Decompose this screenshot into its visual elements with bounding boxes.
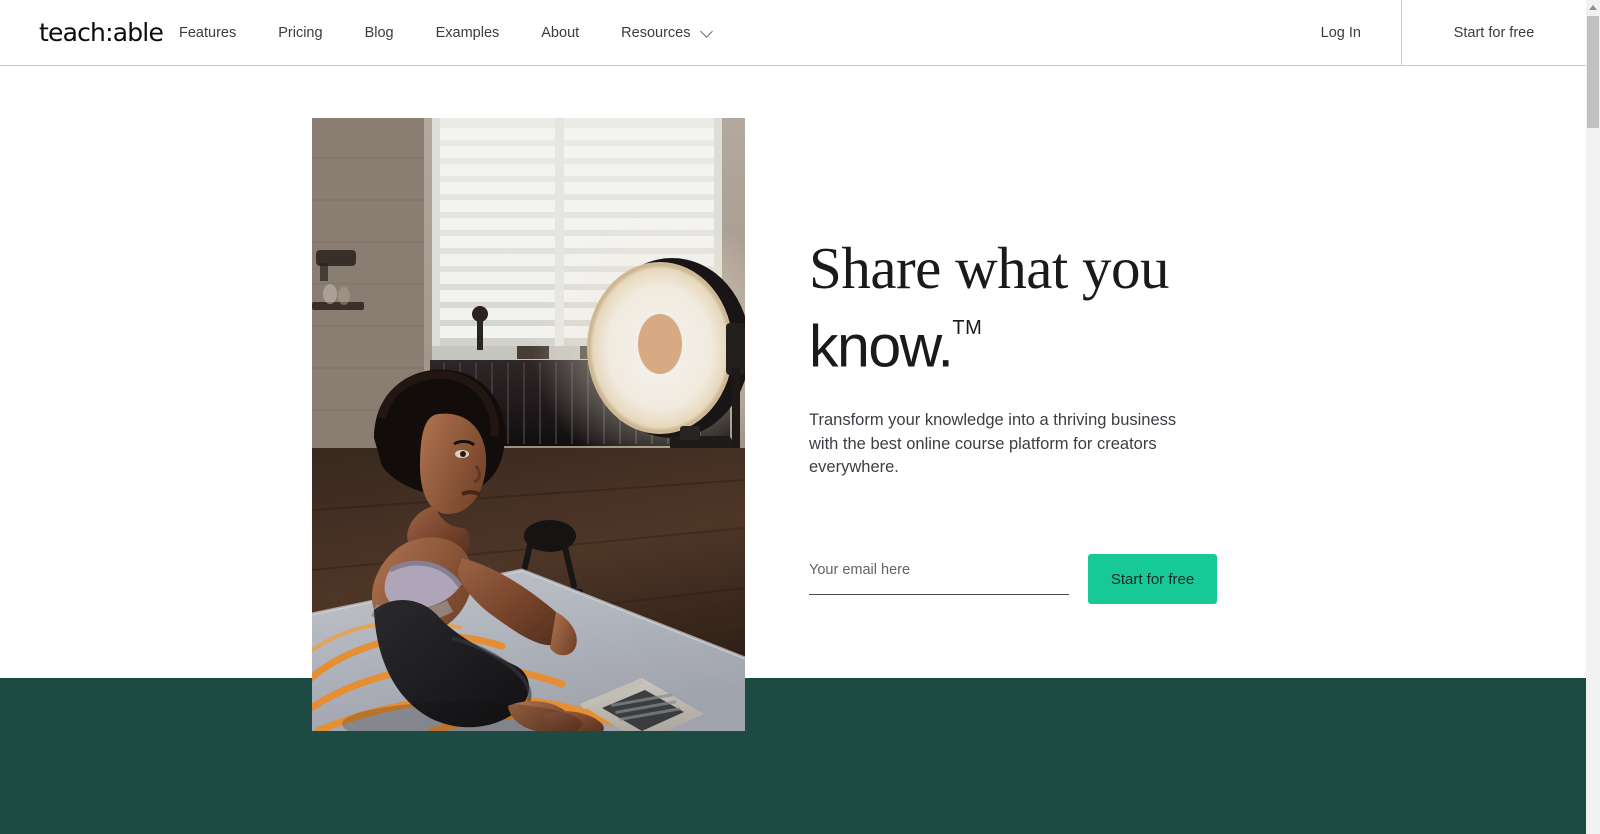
hero-subcopy: Transform your knowledge into a thriving… xyxy=(809,411,1177,476)
nav-item-resources[interactable]: Resources xyxy=(621,0,714,65)
scrollbar-thumb[interactable] xyxy=(1587,16,1599,128)
nav-item-features[interactable]: Features xyxy=(179,0,236,65)
hero-image xyxy=(312,118,745,731)
headline-serif-text: Share what you xyxy=(809,235,1170,301)
vertical-scrollbar[interactable] xyxy=(1586,0,1600,834)
nav-link-label: Examples xyxy=(435,24,500,41)
main-navigation: teach:able Features Pricing Blog Example… xyxy=(0,0,1586,66)
nav-link-label: Resources xyxy=(621,24,691,41)
trademark-symbol: TM xyxy=(952,317,983,339)
nav-right-group: Log In Start for free xyxy=(1281,0,1586,65)
teal-section-band xyxy=(0,678,1586,834)
scroll-up-arrow-icon[interactable] xyxy=(1589,5,1597,10)
start-for-free-button[interactable]: Start for free xyxy=(1088,554,1217,604)
hero-copy: Share what you know.TM Transform your kn… xyxy=(809,232,1279,476)
nav-item-pricing[interactable]: Pricing xyxy=(278,0,322,65)
nav-item-about[interactable]: About xyxy=(541,0,579,65)
nav-link-label: About xyxy=(541,24,580,41)
nav-start-for-free-button[interactable]: Start for free xyxy=(1402,0,1586,65)
headline-sans-text: know. xyxy=(809,313,954,380)
chevron-down-icon xyxy=(700,24,714,38)
page-root: teach:able Features Pricing Blog Example… xyxy=(0,0,1600,834)
email-input[interactable] xyxy=(809,554,1069,595)
nav-item-blog[interactable]: Blog xyxy=(365,0,394,65)
nav-links-group: Features Pricing Blog Examples About Res… xyxy=(179,0,714,65)
page-title: Share what you know.TM xyxy=(809,232,1279,383)
logo-teachable[interactable]: teach:able xyxy=(39,17,164,49)
nav-item-examples[interactable]: Examples xyxy=(436,0,500,65)
nav-link-label: Features xyxy=(179,24,237,41)
signup-form: Start for free xyxy=(809,554,1229,604)
nav-link-label: Pricing xyxy=(278,24,323,41)
nav-link-label: Blog xyxy=(364,24,394,41)
login-button[interactable]: Log In xyxy=(1281,0,1401,65)
browser-viewport: teach:able Features Pricing Blog Example… xyxy=(0,0,1586,834)
